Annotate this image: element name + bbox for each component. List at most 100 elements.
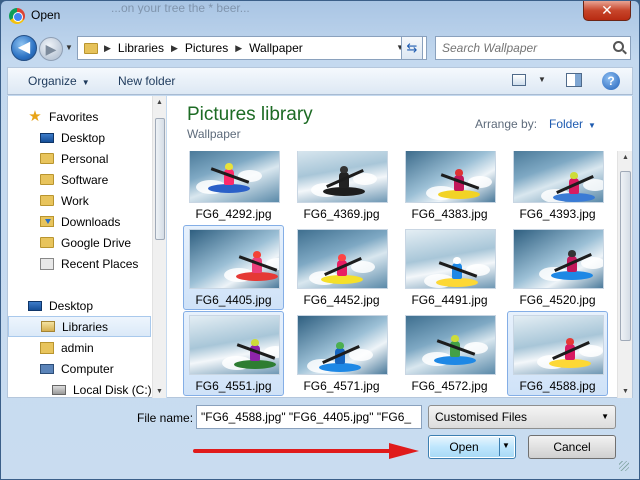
file-tile[interactable]: FG6_4571.jpg xyxy=(291,311,392,396)
sidebar-item-label: Work xyxy=(61,193,89,208)
sidebar-item-label: Personal xyxy=(61,151,109,166)
file-name: FG6_4369.jpg xyxy=(303,207,380,221)
file-tile[interactable]: FG6_4491.jpg xyxy=(399,225,500,310)
preview-pane-icon[interactable] xyxy=(566,73,582,87)
scroll-down-icon[interactable]: ▼ xyxy=(156,388,163,395)
scrollbar-thumb[interactable] xyxy=(155,118,165,240)
organize-button[interactable]: Organize ▼ xyxy=(28,74,90,88)
thumbnail-helmet xyxy=(453,257,461,264)
photo-thumbnail xyxy=(297,151,388,203)
tree-item-computer[interactable]: Computer xyxy=(8,358,151,379)
file-name: FG6_4520.jpg xyxy=(519,293,596,307)
back-button[interactable]: ◀ xyxy=(11,35,37,61)
file-tile[interactable]: FG6_4572.jpg xyxy=(399,311,500,396)
forward-button[interactable]: ▶ xyxy=(39,37,63,61)
file-name: FG6_4393.jpg xyxy=(519,207,596,221)
command-bar: Organize ▼ New folder ▼ ? xyxy=(7,67,633,95)
content-scrollbar[interactable]: ▲ ▼ xyxy=(617,151,632,398)
file-tile[interactable]: FG6_4393.jpg xyxy=(507,151,608,224)
thumbnail-kayak xyxy=(553,193,595,202)
navigation-bar: ◀ ▶ ▼ ▶ Libraries ▶ Pictures ▶ Wallpaper… xyxy=(7,34,633,62)
file-name: FG6_4405.jpg xyxy=(195,293,272,307)
file-tile[interactable]: FG6_4369.jpg xyxy=(291,151,392,224)
address-bar[interactable]: ▶ Libraries ▶ Pictures ▶ Wallpaper ▼ xyxy=(77,36,427,60)
sidebar-item-work[interactable]: Work xyxy=(8,190,151,211)
search-box[interactable] xyxy=(435,36,631,60)
tree-item-local-disk-c[interactable]: Local Disk (C:) xyxy=(8,379,152,400)
thumbnail-helmet xyxy=(336,342,344,349)
sidebar-item-downloads[interactable]: Downloads xyxy=(8,211,151,232)
resize-grip[interactable] xyxy=(619,461,629,471)
tree-item-libraries[interactable]: Libraries xyxy=(8,316,151,337)
sidebar-item-personal[interactable]: Personal xyxy=(8,148,151,169)
thumbnail-kayak xyxy=(319,363,361,372)
breadcrumb-libraries[interactable]: Libraries xyxy=(118,41,164,55)
file-tile[interactable]: FG6_4405.jpg xyxy=(183,225,284,310)
recent-pages-dropdown[interactable]: ▼ xyxy=(65,43,73,52)
help-icon[interactable]: ? xyxy=(602,72,620,90)
chevron-right-icon[interactable]: ▶ xyxy=(104,43,111,54)
close-button[interactable]: ✕ xyxy=(583,1,631,21)
scroll-down-icon[interactable]: ▼ xyxy=(622,388,629,395)
file-tile[interactable]: FG6_4452.jpg xyxy=(291,225,392,310)
file-name-input[interactable]: "FG6_4588.jpg" "FG6_4405.jpg" "FG6_ xyxy=(196,405,422,429)
photo-thumbnail xyxy=(513,229,604,289)
tree-item-admin[interactable]: admin xyxy=(8,337,151,358)
breadcrumb-wallpaper[interactable]: Wallpaper xyxy=(249,41,303,55)
sidebar-item-google-drive[interactable]: Google Drive xyxy=(8,232,151,253)
star-icon: ★ xyxy=(28,108,42,125)
folder-icon xyxy=(40,153,54,164)
file-name: FG6_4383.jpg xyxy=(411,207,488,221)
thumbnail-kayak xyxy=(551,271,593,280)
file-type-select[interactable]: Customised Files ▼ xyxy=(428,405,616,429)
chevron-right-icon[interactable]: ▶ xyxy=(235,43,242,54)
file-tile[interactable]: FG6_4551.jpg xyxy=(183,311,284,396)
tree-item-label: admin xyxy=(61,340,94,355)
desktop-icon xyxy=(40,132,54,143)
thumbnail-helmet xyxy=(340,166,348,173)
search-icon[interactable] xyxy=(613,41,624,52)
thumbnail-helmet xyxy=(225,163,233,170)
sidebar-item-software[interactable]: Software xyxy=(8,169,151,190)
thumbnail-helmet xyxy=(455,169,463,176)
sidebar-item-desktop[interactable]: Desktop xyxy=(8,127,151,148)
tree-item-desktop[interactable]: Desktop xyxy=(8,295,151,316)
cancel-button[interactable]: Cancel xyxy=(528,435,616,459)
title-bar: Open ...on your tree the * beer... ✕ xyxy=(1,1,639,31)
split-divider xyxy=(499,438,500,456)
file-tile[interactable]: FG6_4383.jpg xyxy=(399,151,500,224)
view-options-dropdown[interactable]: ▼ xyxy=(538,75,546,84)
file-name: FG6_4551.jpg xyxy=(195,379,272,393)
sidebar-item-recent-places[interactable]: Recent Places xyxy=(8,253,151,274)
refresh-button[interactable]: ⇆ xyxy=(401,36,423,60)
thumbnail-helmet xyxy=(566,338,574,345)
breadcrumb-pictures[interactable]: Pictures xyxy=(185,41,228,55)
scroll-up-icon[interactable]: ▲ xyxy=(622,154,629,161)
change-view-icon[interactable] xyxy=(512,74,526,86)
search-input[interactable] xyxy=(442,41,602,55)
file-tile[interactable]: FG6_4520.jpg xyxy=(507,225,608,310)
recent-places-icon xyxy=(40,257,54,270)
file-tile[interactable]: FG6_4588.jpg xyxy=(507,311,608,396)
dialog-footer: File name: "FG6_4588.jpg" "FG6_4405.jpg"… xyxy=(7,399,633,475)
photo-thumbnail xyxy=(513,315,604,375)
desktop-icon xyxy=(28,300,42,311)
sidebar-item-favorites[interactable]: ★ Favorites xyxy=(8,106,151,127)
open-options-dropdown[interactable]: ▼ xyxy=(502,441,510,450)
new-folder-button[interactable]: New folder xyxy=(118,74,175,88)
arrange-by-dropdown[interactable]: Folder ▼ xyxy=(549,117,596,131)
library-subtitle: Wallpaper xyxy=(187,127,241,141)
scroll-up-icon[interactable]: ▲ xyxy=(156,99,163,106)
scrollbar-thumb[interactable] xyxy=(620,171,631,341)
file-tile[interactable]: FG6_4292.jpg xyxy=(183,151,284,224)
thumbnail-helmet xyxy=(338,254,346,261)
open-button[interactable]: Open ▼ xyxy=(428,435,516,459)
open-dialog: Open ...on your tree the * beer... ✕ ◀ ▶… xyxy=(0,0,640,480)
chevron-right-icon[interactable]: ▶ xyxy=(171,43,178,54)
chevron-down-icon: ▼ xyxy=(601,412,609,421)
sidebar-item-label: Desktop xyxy=(61,130,106,145)
window-title: Open xyxy=(31,8,61,22)
thumbnail-kayak xyxy=(208,184,250,193)
navigation-scrollbar[interactable]: ▲ ▼ xyxy=(152,96,166,398)
downloads-icon xyxy=(40,216,54,227)
